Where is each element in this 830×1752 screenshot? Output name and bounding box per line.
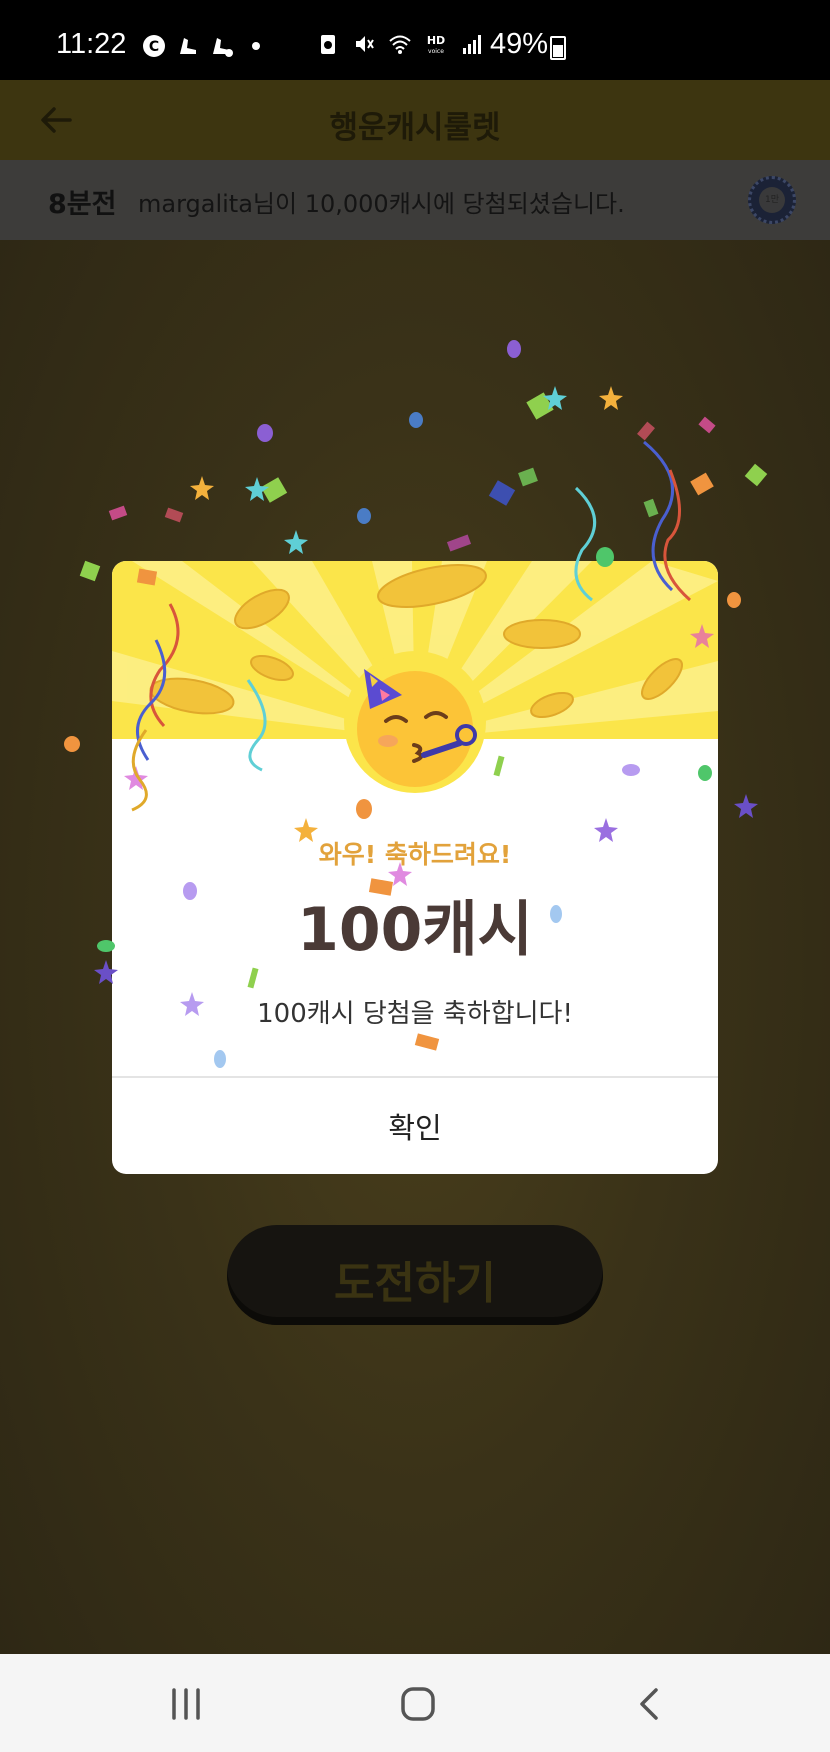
system-nav-bar — [0, 1654, 830, 1752]
wifi-icon — [389, 35, 411, 54]
home-icon[interactable] — [396, 1682, 440, 1726]
battery-icon — [550, 36, 566, 60]
c-app-icon: C — [143, 35, 165, 57]
congrats-dialog: 와우! 축하드려요! 100캐시 100캐시 당첨을 축하합니다! 확인 — [112, 561, 718, 1174]
prize-description: 100캐시 당첨을 축하합니다! — [257, 999, 573, 1029]
confirm-button[interactable]: 확인 — [112, 1078, 718, 1174]
system-icons: HD voice — [316, 32, 484, 56]
status-bar: 11:22 C HD voice 49% — [0, 0, 830, 80]
ticker-time-ago: 8분전 — [48, 189, 117, 220]
party-face-icon — [357, 669, 477, 787]
challenge-button-label: 도전하기 — [334, 1258, 496, 1309]
shoe-icon — [180, 38, 196, 54]
signal-icon — [463, 35, 481, 54]
challenge-button[interactable]: 도전하기 — [227, 1225, 603, 1325]
winner-ticker: 8분전 margalita님이 10,000캐시에 당첨되셨습니다. 1만 — [0, 160, 830, 240]
status-time: 11:22 — [56, 28, 127, 60]
coin-badge: 1만 — [748, 176, 796, 224]
app-bar: 행운캐시룰렛 — [0, 80, 830, 160]
shoe-coin-icon — [213, 38, 233, 57]
page-title: 행운캐시룰렛 — [329, 110, 501, 146]
svg-text:HD: HD — [427, 34, 445, 47]
battery-percent: 49% — [490, 28, 549, 60]
svg-text:voice: voice — [428, 48, 444, 55]
party-face-emoji — [344, 651, 486, 793]
ticker-message: margalita님이 10,000캐시에 당첨되셨습니다. — [138, 190, 625, 218]
nav-back-icon[interactable] — [628, 1682, 672, 1726]
congrats-headline: 와우! 축하드려요! — [318, 840, 512, 869]
notification-icons: C — [142, 34, 268, 58]
dot-icon — [252, 42, 260, 50]
recycle-icon — [321, 35, 335, 54]
svg-text:C: C — [149, 39, 159, 55]
recent-apps-icon[interactable] — [164, 1682, 208, 1726]
coin-label: 1만 — [759, 187, 785, 213]
prize-amount: 100캐시 — [297, 895, 533, 965]
mute-icon — [356, 36, 374, 52]
hd-voice-icon: HDvoice — [427, 34, 445, 55]
